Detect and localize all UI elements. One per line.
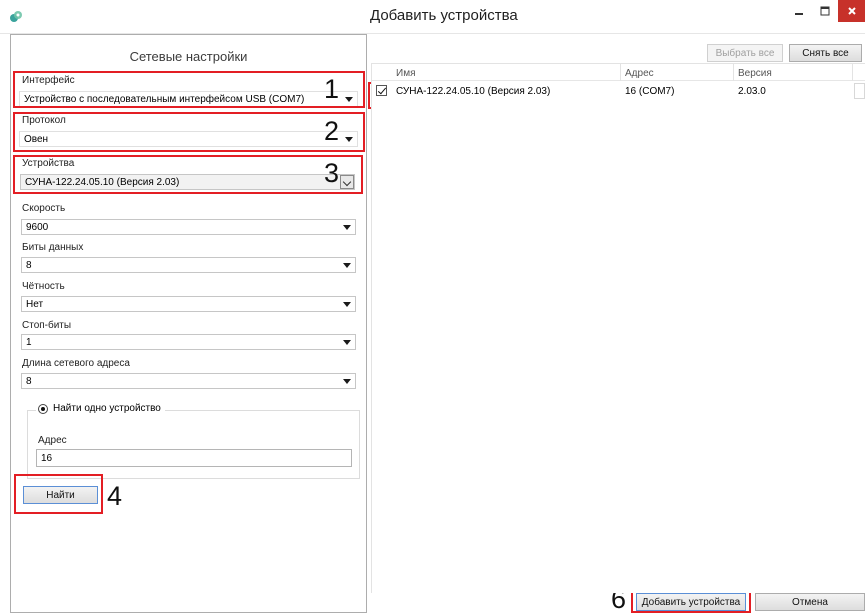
column-header-address[interactable]: Адрес [625, 68, 654, 79]
find-one-label: Найти одно устройство [53, 403, 161, 414]
minimize-button[interactable] [786, 0, 812, 22]
device-address-cell: 16 (COM7) [625, 86, 675, 97]
annotation-4: 4 [107, 481, 123, 511]
row-checkbox[interactable] [376, 85, 387, 96]
stop-bits-select[interactable]: 1 [21, 334, 356, 350]
maximize-icon [820, 6, 830, 16]
find-one-option[interactable]: Найти одно устройство [36, 403, 165, 414]
column-separator [620, 64, 621, 81]
scroll-spinner-icon[interactable] [854, 83, 865, 99]
table-header: Имя Адрес Версия [372, 64, 865, 81]
column-header-name[interactable]: Имя [396, 68, 415, 79]
annotation-1: 1 [324, 74, 340, 104]
highlight-box-3 [13, 155, 363, 194]
address-input[interactable]: 16 [36, 449, 352, 467]
column-separator [733, 64, 734, 81]
speed-select[interactable]: 9600 [21, 219, 356, 235]
parity-value: Нет [26, 299, 44, 310]
title-bar: Добавить устройства [0, 0, 865, 34]
parity-label: Чётность [22, 281, 65, 292]
close-icon [847, 7, 856, 15]
close-button[interactable] [838, 0, 865, 22]
device-version-cell: 2.03.0 [738, 86, 766, 97]
cancel-button[interactable]: Отмена [755, 593, 865, 611]
annotation-2: 2 [324, 116, 340, 146]
panel-title: Сетевые настройки [129, 49, 248, 64]
device-table: Имя Адрес Версия СУНА-122.24.05.10 (Верс… [371, 63, 865, 593]
stop-bits-label: Стоп-биты [22, 320, 72, 331]
column-separator [852, 64, 853, 81]
maximize-button[interactable] [812, 0, 838, 22]
parity-select[interactable]: Нет [21, 296, 356, 312]
stop-bits-value: 1 [26, 337, 32, 348]
chevron-down-icon [343, 263, 351, 268]
add-devices-button[interactable]: Добавить устройства [636, 593, 746, 611]
find-one-group: Найти одно устройство Адрес 16 [27, 403, 360, 479]
table-row[interactable]: СУНА-122.24.05.10 (Версия 2.03) 16 (COM7… [372, 81, 865, 101]
address-length-label: Длина сетевого адреса [22, 358, 130, 369]
data-bits-select[interactable]: 8 [21, 257, 356, 273]
radio-selected-icon[interactable] [38, 403, 48, 414]
address-length-select[interactable]: 8 [21, 373, 356, 389]
device-name-cell: СУНА-122.24.05.10 (Версия 2.03) [396, 86, 551, 97]
highlight-box-1 [13, 71, 365, 108]
window-title: Добавить устройства [370, 7, 518, 24]
chevron-down-icon [343, 340, 351, 345]
highlight-box-4 [14, 474, 103, 514]
chevron-down-icon [343, 225, 351, 230]
annotation-3: 3 [324, 158, 340, 188]
app-icon [10, 11, 22, 22]
speed-label: Скорость [22, 203, 66, 214]
deselect-all-button[interactable]: Снять все [789, 44, 862, 62]
column-header-version[interactable]: Версия [738, 68, 772, 79]
chevron-down-icon [343, 379, 351, 384]
minimize-icon [795, 13, 803, 15]
address-label: Адрес [38, 435, 67, 446]
highlight-box-2 [13, 112, 365, 152]
data-bits-value: 8 [26, 260, 32, 271]
speed-value: 9600 [26, 222, 49, 233]
address-length-value: 8 [26, 376, 32, 387]
chevron-down-icon [343, 302, 351, 307]
data-bits-label: Биты данных [22, 242, 84, 253]
select-all-button[interactable]: Выбрать все [707, 44, 783, 62]
